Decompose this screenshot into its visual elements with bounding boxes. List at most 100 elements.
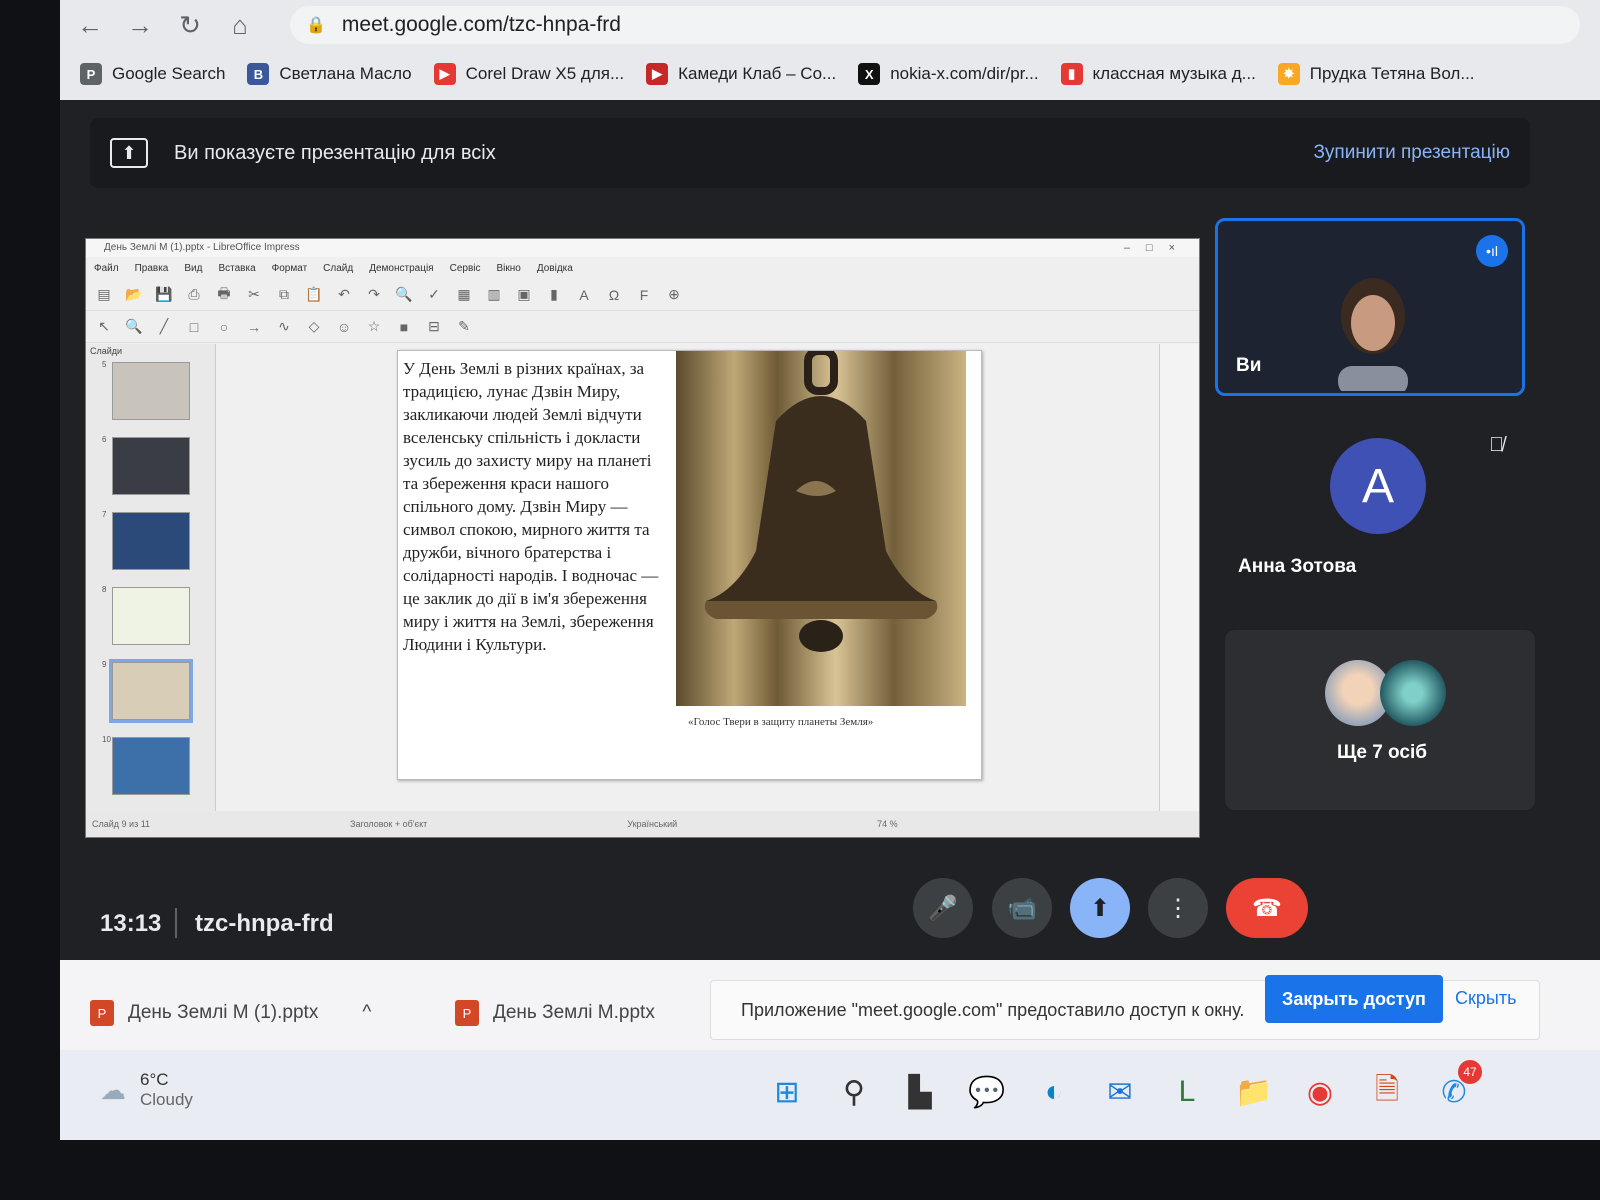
slide-thumbnail[interactable]	[112, 587, 190, 645]
table-icon[interactable]: ▥	[484, 286, 504, 303]
bell-illustration	[704, 351, 938, 652]
cut-icon[interactable]: ✂	[244, 286, 264, 303]
start-icon[interactable]: ⊞	[765, 1070, 809, 1114]
open-icon[interactable]: 📂	[124, 286, 144, 303]
more-options-button[interactable]: ⋮	[1148, 878, 1208, 938]
new-icon[interactable]: ▤	[94, 286, 114, 303]
home-button[interactable]: ⌂	[220, 5, 260, 45]
sidebar-deck[interactable]	[1159, 344, 1199, 811]
redo-icon[interactable]: ↷	[364, 286, 384, 303]
bookmark-item[interactable]: ✸ Прудка Тетяна Вол...	[1277, 63, 1475, 85]
close-access-button[interactable]: Закрыть доступ	[1265, 975, 1443, 1023]
paste-icon[interactable]: 📋	[304, 286, 324, 303]
participant-tile-you[interactable]: •ıl Ви	[1215, 218, 1525, 396]
hide-button[interactable]: Скрыть	[1455, 988, 1516, 1009]
chart-icon[interactable]: ▮	[544, 286, 564, 303]
download-item-2[interactable]: P День Землі М.pptx	[455, 1000, 655, 1026]
bookmark-item[interactable]: ▮ классная музыка д...	[1060, 63, 1256, 85]
slide-thumbnail[interactable]	[112, 437, 190, 495]
more-participants-tile[interactable]: Ще 7 осіб	[1225, 630, 1535, 810]
image-icon[interactable]: ▣	[514, 286, 534, 303]
select-icon[interactable]: ↖	[94, 318, 114, 335]
menu-item[interactable]: Вікно	[496, 263, 520, 274]
undo-icon[interactable]: ↶	[334, 286, 354, 303]
rectangle-icon[interactable]: □	[184, 319, 204, 335]
bell-image[interactable]	[676, 351, 966, 706]
reload-button[interactable]: ↻	[170, 5, 210, 45]
shadow-icon[interactable]: ■	[394, 319, 414, 335]
bookmark-label: классная музыка д...	[1092, 64, 1256, 83]
task-view-icon[interactable]: ▙	[898, 1070, 942, 1114]
save-icon[interactable]: 💾	[154, 286, 174, 303]
slide-canvas[interactable]: У День Землі в різних країнах, за традиц…	[217, 344, 1159, 811]
menu-item[interactable]: Правка	[135, 263, 169, 274]
menu-item[interactable]: Демонстрація	[369, 263, 433, 274]
download-item-1[interactable]: P День Землі М (1).pptx ^	[90, 1000, 371, 1026]
document-icon[interactable]: 🗎	[1365, 1070, 1409, 1114]
end-call-button[interactable]: ☎	[1226, 878, 1308, 938]
forward-button[interactable]: →	[120, 5, 160, 45]
diamond-icon[interactable]: ◇	[304, 318, 324, 335]
status-language: Український	[627, 819, 678, 829]
current-slide[interactable]: У День Землі в різних країнах, за традиц…	[397, 350, 982, 780]
bookmark-item[interactable]: Xnokia-x.com/dir/pr...	[858, 63, 1039, 85]
menu-item[interactable]: Слайд	[323, 263, 353, 274]
chat-icon[interactable]: 💬	[965, 1070, 1009, 1114]
menu-item[interactable]: Формат	[272, 263, 308, 274]
present-button[interactable]: ⬆	[1070, 878, 1130, 938]
app-l-icon[interactable]: L	[1165, 1070, 1209, 1114]
slide-thumbnail[interactable]	[112, 362, 190, 420]
special-char-icon[interactable]: Ω	[604, 287, 624, 303]
microphone-button[interactable]: 🎤	[913, 878, 973, 938]
status-zoom[interactable]: 74 %	[877, 819, 898, 829]
spellcheck-icon[interactable]: ✓	[424, 286, 444, 303]
edge-icon[interactable]: ◐	[1032, 1070, 1076, 1114]
weather-widget[interactable]: ☁ 6°C Cloudy	[100, 1070, 193, 1110]
ellipse-icon[interactable]: ○	[214, 319, 234, 335]
slide-thumbnail[interactable]	[109, 659, 193, 723]
hyperlink-icon[interactable]: ⊕	[664, 286, 684, 303]
smiley-icon[interactable]: ☺	[334, 319, 354, 335]
menu-item[interactable]: Вид	[184, 263, 202, 274]
participant-tile-anna[interactable]: A 🎙̸ Анна Зотова	[1220, 418, 1530, 608]
bookmark-item[interactable]: ▶ Камеди Клаб – Co...	[646, 63, 836, 85]
file-explorer-icon[interactable]: 📁	[1232, 1070, 1276, 1114]
print-icon[interactable]: 🖶	[214, 283, 234, 307]
slide-thumbnail[interactable]	[112, 737, 190, 795]
menu-item[interactable]: Сервіс	[450, 263, 481, 274]
chrome-icon[interactable]: ◉	[1298, 1070, 1342, 1114]
export-icon[interactable]: ⎙	[184, 286, 204, 303]
bookmark-item[interactable]: B Светлана Масло	[247, 63, 412, 85]
menu-item[interactable]: Довідка	[537, 263, 573, 274]
bookmark-icon: B	[247, 63, 270, 85]
curve-icon[interactable]: ∿	[274, 318, 294, 335]
grid-icon[interactable]: ▦	[454, 286, 474, 303]
textbox-icon[interactable]: A	[574, 287, 594, 303]
menu-item[interactable]: Файл	[94, 263, 119, 274]
camera-button[interactable]: 📹	[992, 878, 1052, 938]
address-bar[interactable]: 🔒 meet.google.com/tzc-hnpa-frd	[290, 6, 1580, 44]
slide-thumbnail[interactable]	[112, 512, 190, 570]
mail-icon[interactable]: ✉	[1098, 1070, 1142, 1114]
zoom-icon[interactable]: 🔍	[124, 318, 144, 335]
align-icon[interactable]: ⊟	[424, 318, 444, 335]
copy-icon[interactable]: ⧉	[274, 286, 294, 303]
search-icon[interactable]: ⚲	[832, 1070, 876, 1114]
meeting-code[interactable]: tzc-hnpa-frd	[195, 910, 334, 938]
bookmark-item[interactable]: P Google Search	[80, 63, 225, 85]
line-icon[interactable]: ╱	[154, 318, 174, 335]
bookmark-item[interactable]: ▶ Corel Draw X5 для...	[433, 63, 624, 85]
fontwork-icon[interactable]: F	[634, 287, 654, 303]
banner-text: Ви показуєте презентацію для всіх	[174, 141, 496, 164]
find-icon[interactable]: 🔍	[394, 286, 414, 303]
menu-item[interactable]: Вставка	[218, 263, 255, 274]
arrow-icon[interactable]: →	[244, 319, 264, 335]
chevron-up-icon[interactable]: ^	[362, 1002, 371, 1024]
stop-presenting-button[interactable]: Зупинити презентацію	[1313, 142, 1510, 164]
slide-body-text[interactable]: У День Землі в різних країнах, за традиц…	[403, 357, 668, 656]
pencil-icon[interactable]: ✎	[454, 318, 474, 335]
viber-icon[interactable]: ✆ 47	[1432, 1060, 1482, 1114]
back-button[interactable]: ←	[70, 5, 110, 45]
star-icon[interactable]: ☆	[364, 318, 384, 335]
drawing-toolbar: ↖ 🔍 ╱ □ ○ → ∿ ◇ ☺ ☆ ■ ⊟ ✎	[86, 311, 1199, 343]
